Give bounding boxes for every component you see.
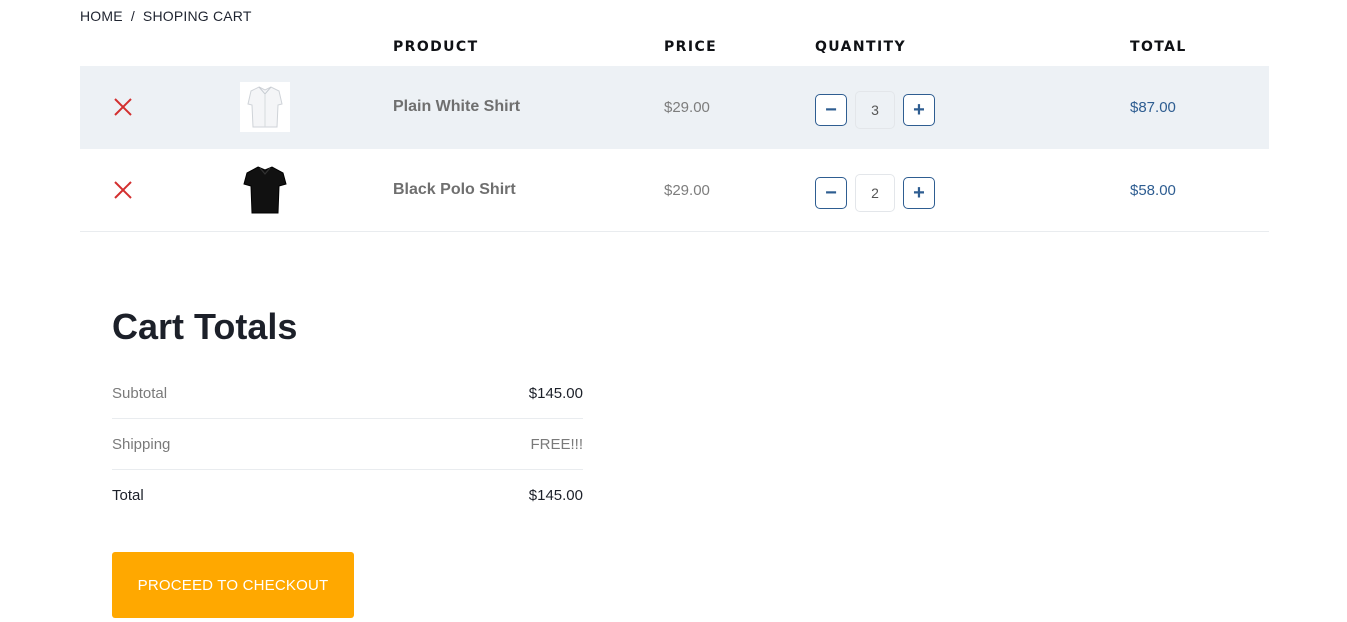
cart-row: Black Polo Shirt $29.00 − + $58.00 — [80, 149, 1269, 232]
subtotal-value: $145.00 — [528, 384, 583, 402]
cart-table: PRODUCT PRICE QUANTITY TOTAL Plain White — [80, 30, 1269, 232]
quantity-input[interactable] — [855, 91, 895, 129]
shipping-label: Shipping — [112, 435, 171, 453]
product-name[interactable]: Black Polo Shirt — [393, 181, 516, 199]
breadcrumb-home-link[interactable]: HOME — [80, 8, 123, 24]
header-total: TOTAL — [1130, 39, 1187, 55]
row-total: $87.00 — [1130, 99, 1176, 116]
increase-quantity-button[interactable]: + — [903, 177, 935, 209]
product-price: $29.00 — [664, 182, 710, 199]
row-total: $58.00 — [1130, 182, 1176, 199]
decrease-quantity-button[interactable]: − — [815, 177, 847, 209]
white-shirt-image[interactable] — [240, 82, 290, 132]
subtotal-row: Subtotal $145.00 — [112, 368, 583, 419]
total-row: Total $145.00 — [112, 470, 583, 521]
cart-totals: Cart Totals Subtotal $145.00 Shipping FR… — [112, 306, 583, 521]
shopping-cart-page: HOME / SHOPING CART PRODUCT PRICE QUANTI… — [0, 0, 1347, 622]
total-value: $145.00 — [528, 487, 583, 504]
remove-item-button[interactable] — [112, 179, 134, 201]
proceed-to-checkout-button[interactable]: PROCEED TO CHECKOUT — [112, 552, 354, 618]
product-price: $29.00 — [664, 99, 710, 116]
header-product: PRODUCT — [393, 39, 479, 55]
product-name[interactable]: Plain White Shirt — [393, 98, 520, 116]
shipping-row: Shipping FREE!!! — [112, 419, 583, 470]
header-price: PRICE — [664, 39, 718, 55]
close-icon — [114, 181, 132, 199]
subtotal-label: Subtotal — [112, 384, 168, 402]
cart-table-header: PRODUCT PRICE QUANTITY TOTAL — [80, 30, 1269, 66]
shipping-value: FREE!!! — [530, 435, 583, 453]
black-polo-image[interactable] — [240, 165, 290, 215]
quantity-stepper: − + — [815, 91, 935, 129]
total-label: Total — [112, 487, 144, 504]
remove-item-button[interactable] — [112, 96, 134, 118]
quantity-stepper: − + — [815, 174, 935, 212]
decrease-quantity-button[interactable]: − — [815, 94, 847, 126]
header-quantity: QUANTITY — [815, 39, 907, 55]
close-icon — [114, 98, 132, 116]
breadcrumb-current: SHOPING CART — [142, 8, 252, 24]
breadcrumb-separator: / — [130, 8, 135, 24]
cart-totals-title: Cart Totals — [112, 306, 298, 347]
increase-quantity-button[interactable]: + — [903, 94, 935, 126]
quantity-input[interactable] — [855, 174, 895, 212]
cart-row: Plain White Shirt $29.00 − + $87.00 — [80, 66, 1269, 149]
breadcrumb: HOME / SHOPING CART — [80, 8, 252, 24]
